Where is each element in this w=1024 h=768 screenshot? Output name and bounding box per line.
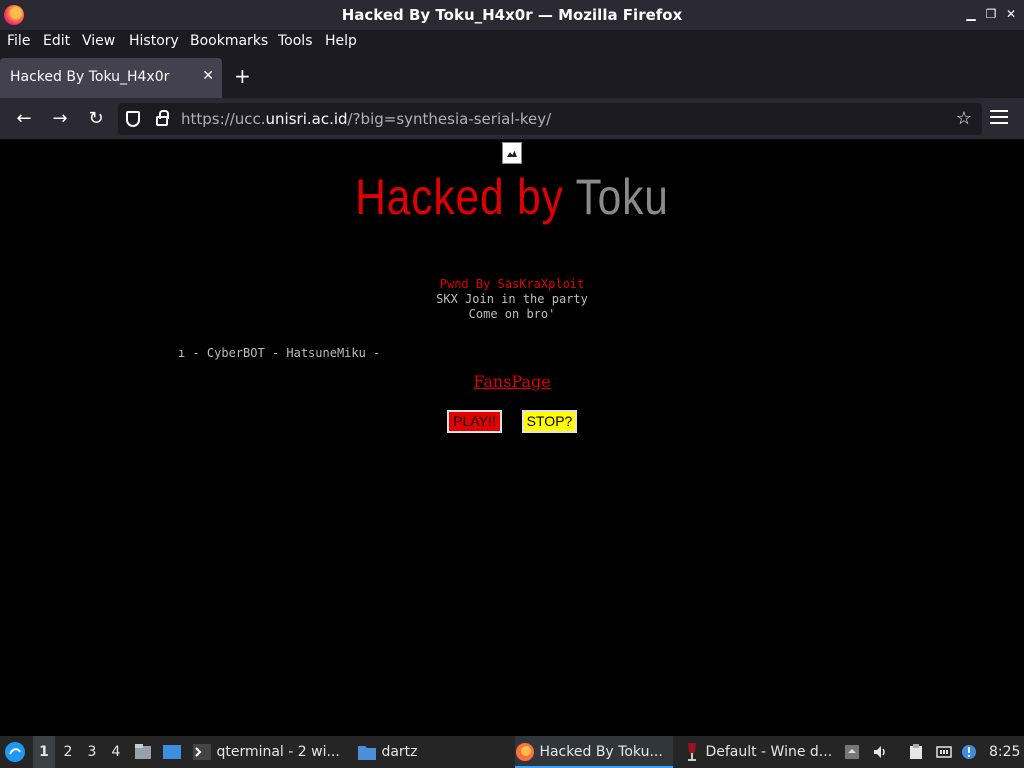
task-wine[interactable]: Default - Wine d... [683,736,833,768]
menu-bar: File Edit View History Bookmarks Tools H… [0,30,1024,54]
task-label: Hacked By Toku... [539,744,663,760]
task-firefox[interactable]: Hacked By Toku... [515,736,673,768]
tab-strip: Hacked By Toku_H4x0r ✕ + [0,54,1024,98]
workspace-4[interactable]: 4 [105,736,127,768]
close-window-icon[interactable]: ✕ [1002,5,1020,23]
start-menu-button[interactable] [4,736,28,768]
menu-bookmarks[interactable]: Bookmarks [190,33,268,49]
taskbar: 1 2 3 4 qterminal - 2 wi... dartz Hacked… [0,736,1024,768]
file-manager-icon [135,744,151,759]
tab-title: Hacked By Toku_H4x0r [10,69,170,85]
play-button[interactable]: PLAY!! [447,410,502,433]
workspace-3[interactable]: 3 [81,736,103,768]
start-menu-icon [5,742,25,762]
firefox-icon [516,743,534,761]
close-tab-icon[interactable]: ✕ [202,68,214,84]
tab-hacked-by-toku[interactable]: Hacked By Toku_H4x0r ✕ [0,58,222,98]
task-dartz[interactable]: dartz [357,736,507,768]
headline-grey: Toku [575,169,669,225]
tracking-shield-icon[interactable] [126,111,140,127]
volume-icon[interactable] [872,744,888,760]
task-qterminal[interactable]: qterminal - 2 wi... [192,736,352,768]
restore-icon[interactable]: ❐ [982,5,1000,23]
task-label: dartz [381,744,418,760]
clipboard-icon[interactable] [908,744,924,760]
bookmark-star-icon[interactable]: ☆ [956,108,972,129]
menu-history[interactable]: History [129,33,179,49]
network-icon[interactable] [936,744,952,760]
pwnd-text: Pwnd By SasKraXploit [439,277,585,291]
page-headline: Hacked by Toku [77,168,947,226]
desktop-button[interactable] [162,736,184,768]
menu-view[interactable]: View [82,33,115,49]
folder-icon [358,746,376,760]
task-label: Default - Wine d... [705,744,833,760]
reload-icon[interactable]: ↻ [84,107,108,131]
url-path: /?big=synthesia-serial-key/ [347,110,552,128]
terminal-icon [193,744,211,760]
menu-edit[interactable]: Edit [43,33,70,49]
lock-icon[interactable] [156,110,169,126]
broken-image-icon [502,142,522,164]
menu-tools[interactable]: Tools [278,33,313,49]
url-bar[interactable]: https://ucc.unisri.ac.id/?big=synthesia-… [118,103,982,135]
desktop-icon [163,745,181,759]
stop-button[interactable]: STOP? [522,410,577,433]
menu-file[interactable]: File [7,33,30,49]
minimize-icon[interactable]: ▁ [962,5,980,23]
headline-red: Hacked by [355,169,564,225]
forward-icon[interactable]: → [48,107,72,131]
navigation-bar: ← → ↻ https://ucc.unisri.ac.id/?big=synt… [0,98,1024,140]
url-host: unisri.ac.id [265,110,348,128]
eject-icon[interactable] [844,744,860,760]
clock[interactable]: 8:25 [989,736,1021,768]
task-label: qterminal - 2 wi... [216,744,340,760]
url-prefix: https://ucc. [181,110,266,128]
workspace-2[interactable]: 2 [57,736,79,768]
come-text: Come on bro' [468,307,556,321]
url-text[interactable]: https://ucc.unisri.ac.id/?big=synthesia-… [181,110,551,128]
menu-help[interactable]: Help [325,33,357,49]
app-menu-icon[interactable] [990,110,1008,128]
window-title: Hacked By Toku_H4x0r — Mozilla Firefox [341,6,683,24]
new-tab-icon[interactable]: + [234,66,251,86]
page-content: Hacked by Toku Pwnd By SasKraXploit SKX … [0,140,1024,736]
fanspage-link[interactable]: FansPage [0,372,1024,391]
wine-icon [688,743,696,761]
workspace-1[interactable]: 1 [33,736,55,768]
skx-text: SKX Join in the party [436,292,588,306]
greetings-marquee: ı - CyberBOT - HatsuneMiku - [178,346,381,360]
show-desktop-button[interactable] [134,736,154,768]
update-notifier-icon[interactable] [961,744,977,760]
window-titlebar: Hacked By Toku_H4x0r — Mozilla Firefox ▁… [0,0,1024,30]
back-icon[interactable]: ← [12,107,36,131]
